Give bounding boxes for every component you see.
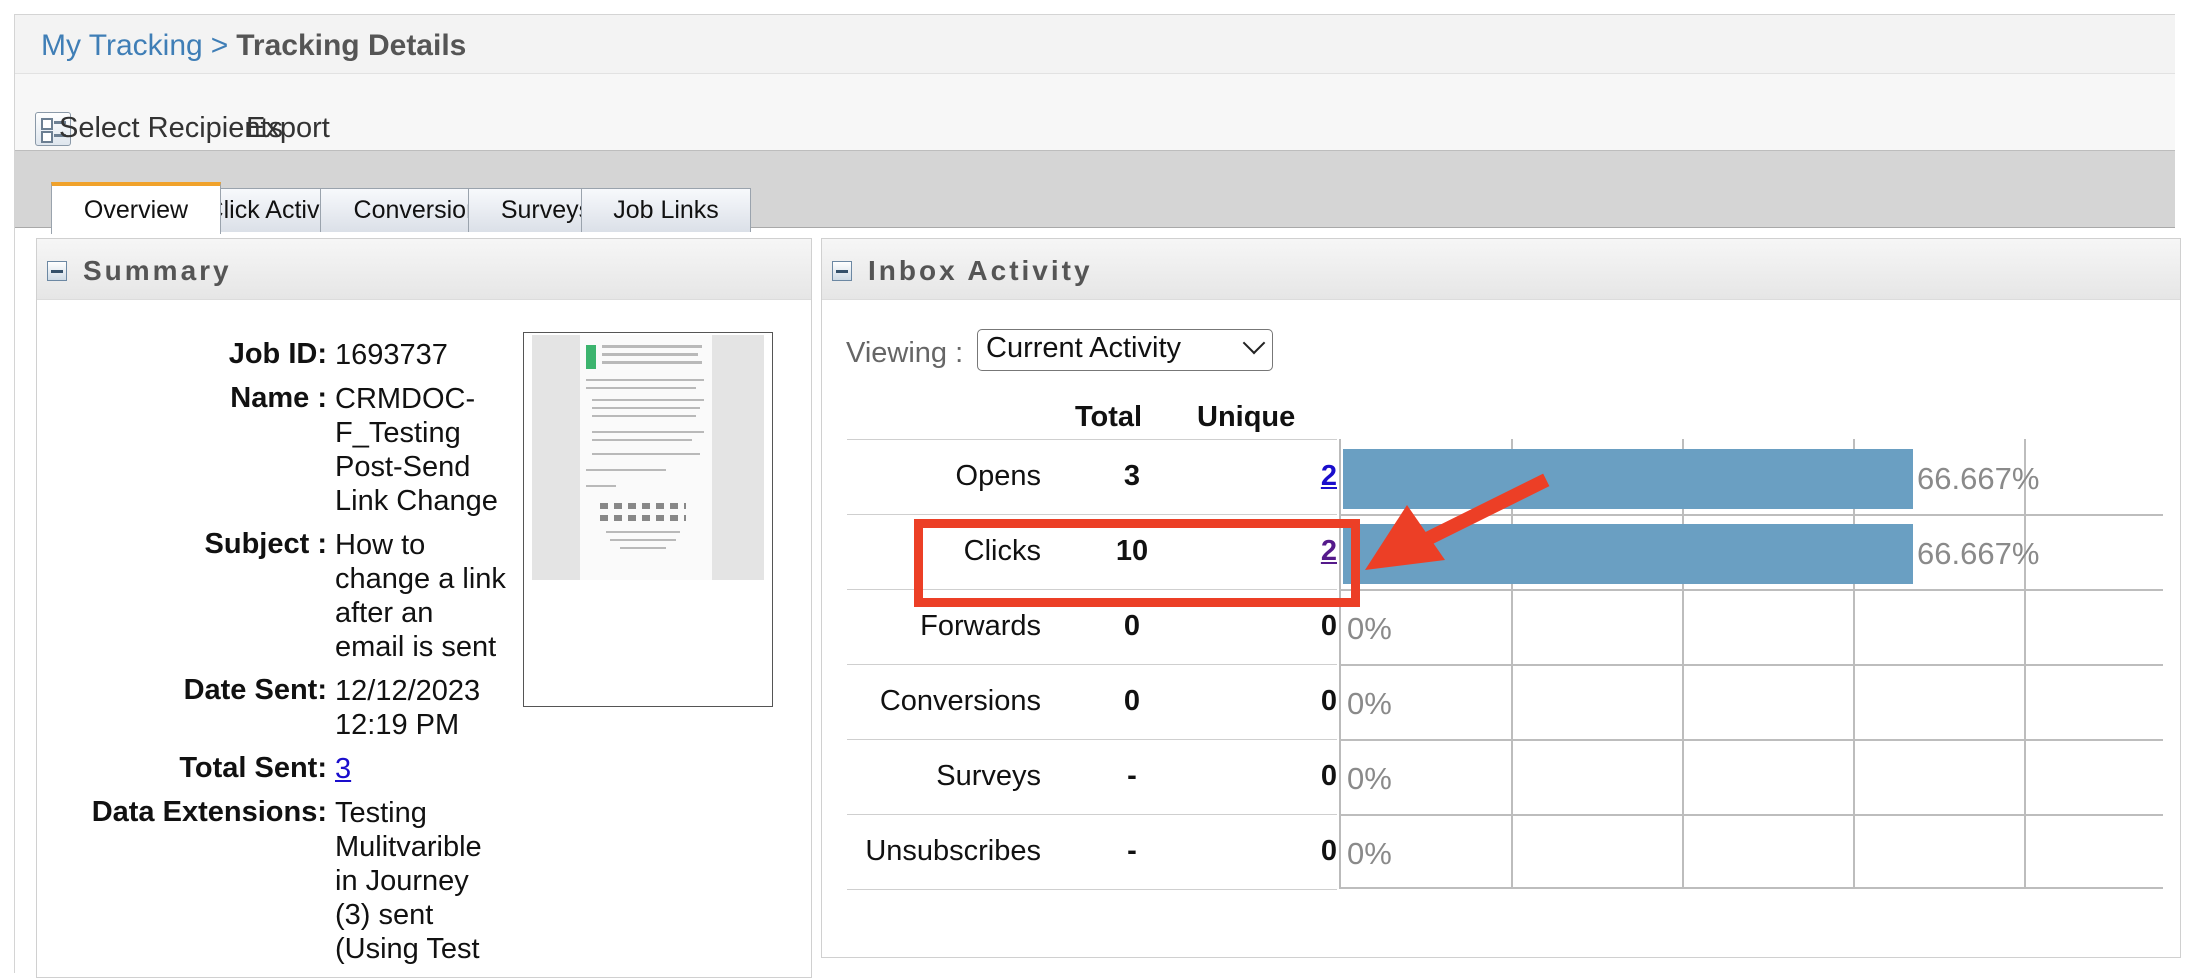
grid-line <box>1341 739 2163 741</box>
tab-overview[interactable]: Overview <box>51 182 221 234</box>
inbox-activity-collapse-icon[interactable] <box>832 261 852 281</box>
activity-row-label: Surveys <box>936 760 1041 792</box>
data-extensions-label: Data Extensions: <box>91 796 327 828</box>
subject-label: Subject : <box>204 528 327 560</box>
inbox-activity-title: Inbox Activity <box>868 255 1093 286</box>
col-header-total: Total <box>1075 401 1143 433</box>
job-id-label: Job ID: <box>228 338 327 370</box>
unique-opens-link[interactable]: 2 <box>1321 460 1337 492</box>
activity-percent-label: 0% <box>1347 761 1392 796</box>
tab-strip: Overview Click Activity Conversions Surv… <box>15 150 2175 234</box>
activity-row-unique: 2 <box>1321 460 1337 493</box>
name-label: Name : <box>230 382 327 414</box>
activity-row-label: Forwards <box>920 610 1041 642</box>
viewing-select[interactable]: Current Activity <box>977 329 1273 371</box>
activity-row-unique: 0 <box>1320 835 1337 867</box>
summary-panel-header: Summary <box>37 239 811 300</box>
activity-row-total: 0 <box>1123 610 1141 642</box>
viewing-label: Viewing : <box>846 337 964 369</box>
activity-row-label: Conversions <box>879 685 1041 717</box>
activity-row-total: 0 <box>1123 685 1141 717</box>
activity-row-label: Opens <box>955 460 1041 492</box>
grid-line <box>1341 814 2163 816</box>
activity-percent-label: 0% <box>1347 611 1392 646</box>
activity-row-opens: Opens 3 2 <box>847 439 1337 514</box>
name-value: CRMDOC-F_Testing Post-Send Link Change <box>335 383 498 517</box>
activity-percent-label: 0% <box>1347 836 1392 871</box>
activity-row-total: 3 <box>1123 460 1141 492</box>
grid-line <box>1341 664 2163 666</box>
data-extensions-value: Testing Mulitvarible in Journey (3) sent… <box>335 797 482 965</box>
activity-row-conversions: Conversions 0 0 <box>847 664 1337 739</box>
clicks-highlight-box <box>914 519 1360 607</box>
email-preview-thumbnail[interactable] <box>523 332 773 707</box>
tracking-details-page: My Tracking > Tracking Details Select Reci… <box>14 14 2181 978</box>
breadcrumb-separator: > <box>210 29 229 62</box>
summary-panel: Summary Job ID: 1693737 Name : CRMDOC-F_… <box>36 238 812 978</box>
breadcrumb-my-tracking[interactable]: My Tracking <box>41 29 203 62</box>
activity-row-unique: 0 <box>1320 685 1337 717</box>
callout-arrow-icon <box>1365 473 1550 570</box>
grid-line <box>1341 589 2163 591</box>
total-sent-link[interactable]: 3 <box>335 753 351 785</box>
activity-row-total: - <box>1127 835 1137 867</box>
activity-row-surveys: Surveys - 0 <box>847 739 1337 814</box>
thumbnail-document <box>580 335 712 580</box>
activity-row-total: - <box>1127 760 1137 792</box>
date-sent-value: 12/12/2023 12:19 PM <box>335 675 481 741</box>
viewing-select-value: Current Activity <box>986 332 1181 364</box>
export-button[interactable]: Export <box>246 112 330 145</box>
activity-row-unique: 0 <box>1320 760 1337 792</box>
summary-title: Summary <box>83 255 232 286</box>
tab-job-links[interactable]: Job Links <box>581 188 751 232</box>
activity-row-unsubscribes: Unsubscribes - 0 <box>847 814 1337 890</box>
activity-percent-label: 66.667% <box>1917 461 2040 496</box>
total-sent-value: 3 <box>335 752 515 786</box>
col-header-unique: Unique <box>1197 401 1296 433</box>
breadcrumb-bar: My Tracking > Tracking Details <box>15 15 2175 74</box>
total-sent-label: Total Sent: <box>179 752 327 784</box>
job-id-value: 1693737 <box>335 339 448 371</box>
breadcrumb: My Tracking > Tracking Details <box>41 29 466 63</box>
activity-row-label: Unsubscribes <box>865 835 1041 867</box>
activity-percent-label: 66.667% <box>1917 536 2040 571</box>
grid-line <box>1341 887 2163 889</box>
activity-row-unique: 0 <box>1320 610 1337 642</box>
chevron-down-icon <box>1242 331 1266 355</box>
breadcrumb-current: Tracking Details <box>236 29 467 62</box>
summary-collapse-icon[interactable] <box>47 261 67 281</box>
inbox-activity-header: Inbox Activity <box>822 239 2180 300</box>
date-sent-label: Date Sent: <box>183 674 327 706</box>
subject-value: How to change a link after an email is s… <box>335 529 506 663</box>
activity-percent-label: 0% <box>1347 686 1392 721</box>
